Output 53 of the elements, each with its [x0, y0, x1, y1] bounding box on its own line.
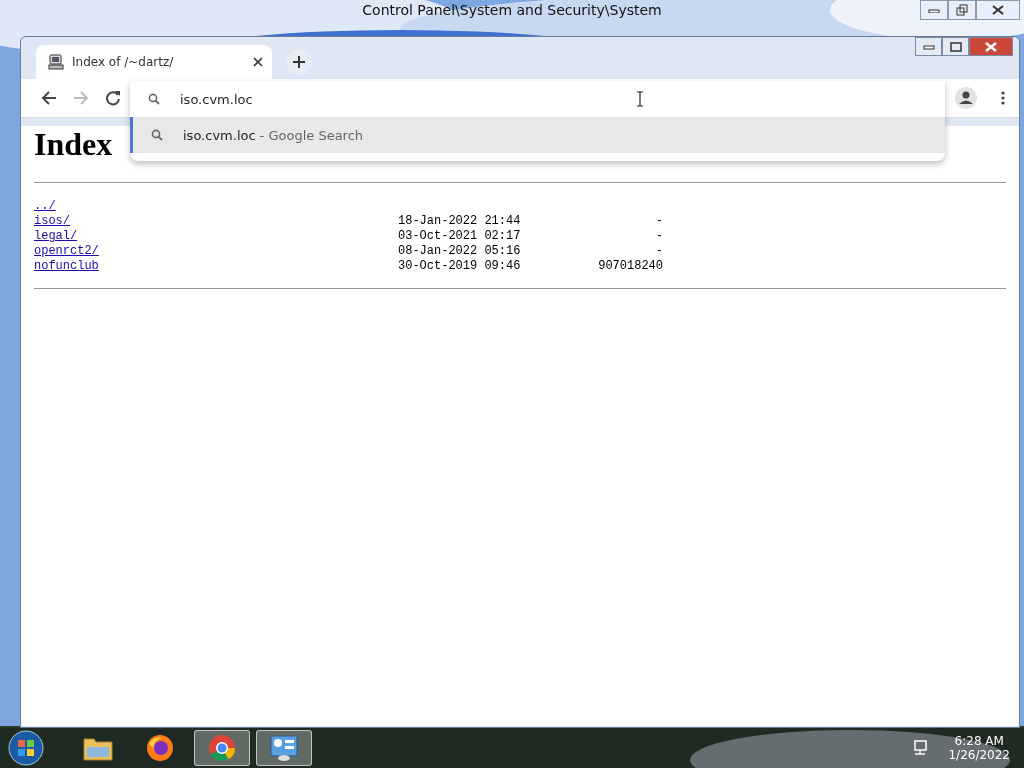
reload-icon[interactable]	[105, 90, 121, 106]
new-tab-button[interactable]	[286, 49, 312, 75]
minimize-button[interactable]	[915, 37, 942, 56]
page-heading: Index	[34, 126, 113, 164]
computer-icon	[48, 54, 64, 70]
taskbar-app[interactable]	[194, 730, 250, 766]
back-icon[interactable]	[41, 90, 57, 106]
chrome-icon	[208, 734, 236, 762]
plus-icon	[293, 56, 305, 68]
search-icon	[148, 93, 160, 105]
firefox-icon	[146, 734, 174, 762]
close-icon	[992, 5, 1004, 15]
file-size: 907018240	[597, 259, 663, 274]
window-title: Control Panel\System and Security\System	[362, 2, 662, 18]
file-link[interactable]: openrct2/	[34, 244, 99, 259]
modified-date: 30-Oct-2019 09:46	[398, 259, 522, 274]
maximize-icon	[949, 41, 962, 52]
clock-time: 6:28 AM	[954, 734, 1004, 748]
maximize-button[interactable]	[942, 37, 969, 56]
close-button[interactable]	[976, 0, 1020, 20]
network-icon[interactable]	[912, 740, 929, 756]
browser-tab[interactable]: Index of /~dartz/	[36, 45, 272, 79]
control-panel-icon	[269, 734, 299, 762]
restore-icon	[956, 4, 968, 16]
file-link[interactable]: isos/	[34, 214, 70, 229]
close-icon	[984, 41, 998, 52]
tab-title: Index of /~dartz/	[72, 55, 175, 69]
restore-button[interactable]	[948, 0, 976, 20]
search-suggestion[interactable]: iso.cvm.loc - Google Search	[130, 117, 945, 153]
file-size: -	[654, 214, 663, 229]
menu-icon[interactable]	[1001, 91, 1005, 105]
clock-date: 1/26/2022	[948, 748, 1010, 762]
modified-date: 18-Jan-2022 21:44	[398, 214, 522, 229]
modified-date: 03-Oct-2021 02:17	[398, 229, 522, 244]
minimize-icon	[928, 7, 940, 13]
search-icon	[151, 129, 163, 141]
start-button[interactable]	[8, 730, 44, 766]
suggestion-hint: - Google Search	[259, 127, 364, 143]
file-link[interactable]: ../	[34, 199, 56, 214]
profile-icon[interactable]	[955, 87, 977, 109]
suggestion-text: iso.cvm.loc	[183, 127, 256, 143]
file-link[interactable]: legal/	[34, 229, 78, 244]
close-icon[interactable]	[253, 57, 263, 67]
folder-icon	[83, 735, 113, 761]
modified-date: 08-Jan-2022 05:16	[398, 244, 522, 259]
text-cursor-icon	[636, 91, 644, 107]
close-button[interactable]	[969, 37, 1013, 56]
taskbar-app[interactable]	[256, 730, 312, 766]
file-size: -	[654, 229, 663, 244]
minimize-icon	[922, 43, 935, 50]
file-link[interactable]: nofunclub	[34, 259, 99, 274]
file-size: -	[654, 244, 663, 259]
minimize-button[interactable]	[920, 0, 948, 20]
